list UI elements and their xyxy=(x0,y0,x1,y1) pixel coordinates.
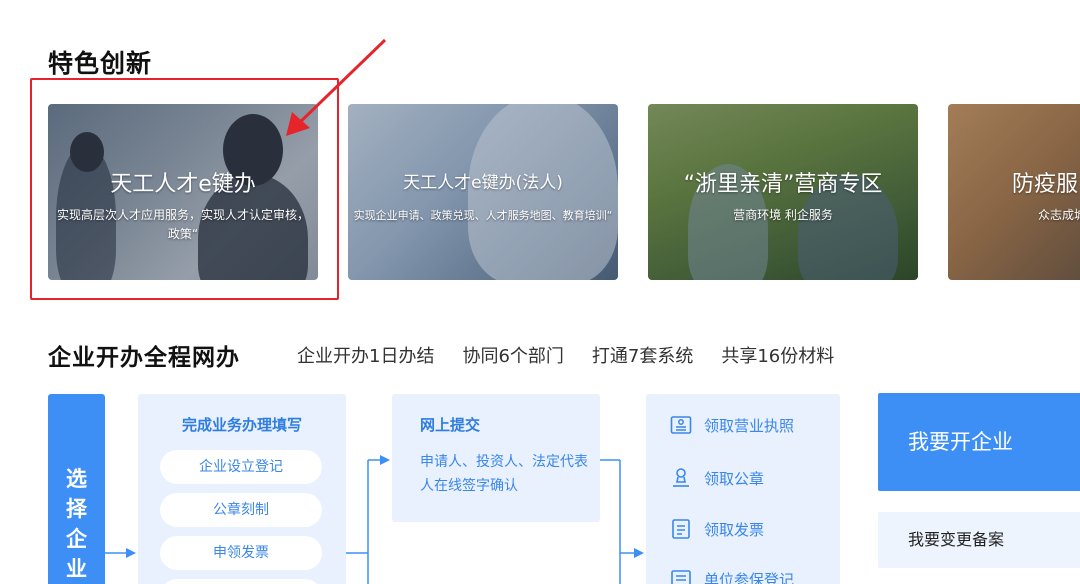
setup-registration-button[interactable]: 企业设立登记 xyxy=(160,450,322,484)
card-description: 众志成城 xyxy=(1038,208,1080,222)
change-filing-button[interactable]: 我要变更备案 xyxy=(878,512,1080,568)
tag-item: 协同6个部门 xyxy=(462,346,564,367)
business-tags: 企业开办1日办结 协同6个部门 打通7套系统 共享16份材料 xyxy=(297,342,834,368)
seal-engraving-button[interactable]: 公章刻制 xyxy=(160,493,322,527)
card-description: 实现高层次人才应用服务，实现人才认定审核，政策“ xyxy=(56,208,309,241)
tag-item: 打通7套系统 xyxy=(591,346,694,367)
step-description: 申请人、投资人、法定代表人在线签字确认 xyxy=(420,454,588,494)
receive-seal-item[interactable]: 领取公章 xyxy=(670,467,764,489)
tag-item: 共享16份材料 xyxy=(721,346,835,367)
card-title: 防疫服 xyxy=(1012,172,1079,197)
receive-invoice-item[interactable]: 领取发票 xyxy=(670,518,764,540)
featured-card-talent[interactable]: 天工人才e键办 实现高层次人才应用服务，实现人才认定审核，政策“ xyxy=(48,104,318,280)
card-title: “浙里亲清”营商专区 xyxy=(683,172,883,197)
card-title: 天工人才e键办 xyxy=(110,172,256,197)
business-section-title: 企业开办全程网办 xyxy=(48,345,240,371)
step-title: 完成业务办理填写 xyxy=(181,416,302,434)
social-insurance-item[interactable]: 单位参保登记 xyxy=(670,568,794,584)
receive-license-item[interactable]: 领取营业执照 xyxy=(670,414,794,436)
invoice-icon xyxy=(672,519,690,539)
step-online-submit: 网上提交 申请人、投资人、法定代表人在线签字确认 xyxy=(392,394,600,522)
step-title: 网上提交 xyxy=(420,416,481,434)
card-description: 实现企业申请、政策兑现、人才服务地图、教育培训“ xyxy=(353,209,613,222)
more-item-button[interactable] xyxy=(160,579,322,584)
featured-card-epidemic[interactable]: 防疫服 众志成城 xyxy=(948,104,1080,280)
annotation-arrow-icon xyxy=(286,38,387,136)
stamp-icon xyxy=(673,468,689,487)
open-business-button[interactable]: 我要开企业 xyxy=(878,393,1080,491)
step-receive: 领取营业执照 领取公章 领取发票 单位参保登记 xyxy=(646,394,840,584)
card-description: 营商环境 利企服务 xyxy=(733,208,833,222)
featured-section-title: 特色创新 xyxy=(48,49,153,78)
insurance-icon xyxy=(671,570,691,584)
apply-invoice-button[interactable]: 申领发票 xyxy=(160,536,322,570)
card-title: 天工人才e键办(法人) xyxy=(403,173,563,193)
license-icon xyxy=(670,416,692,434)
featured-card-business-zone[interactable]: “浙里亲清”营商专区 营商环境 利企服务 xyxy=(648,104,918,280)
featured-cards: 天工人才e键办 实现高层次人才应用服务，实现人才认定审核，政策“ 天工人才e键办… xyxy=(0,104,1080,280)
step-fill-business: 完成业务办理填写 企业设立登记 公章刻制 申领发票 xyxy=(138,394,346,584)
tag-item: 企业开办1日办结 xyxy=(297,346,435,367)
